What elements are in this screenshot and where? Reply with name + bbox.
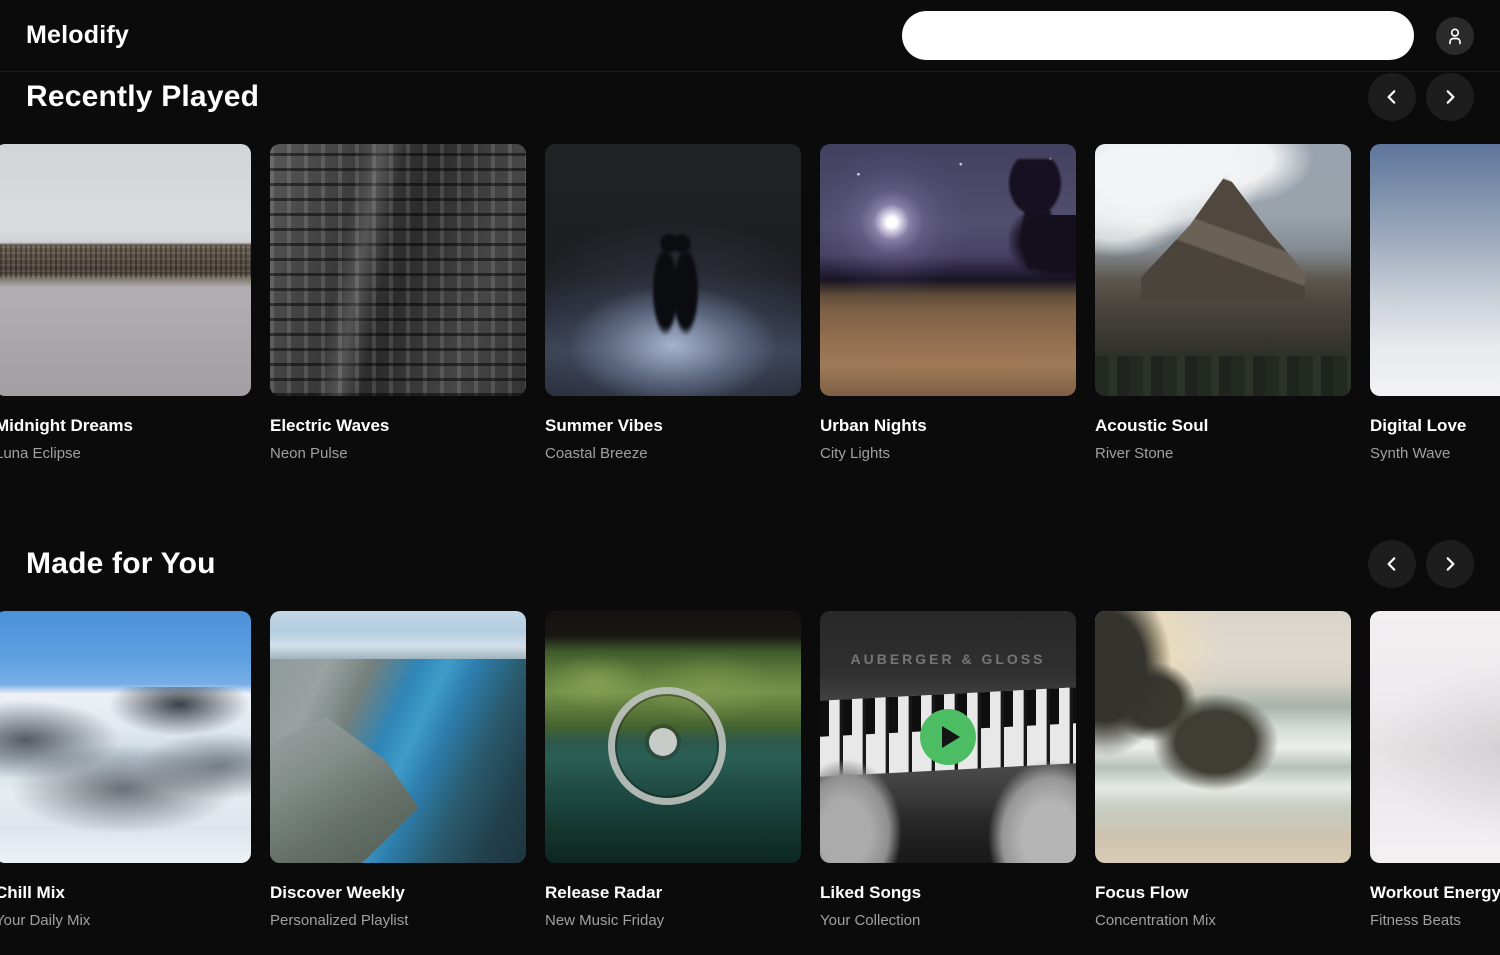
playlist-card[interactable]: Focus Flow Concentration Mix — [1095, 611, 1351, 929]
playlist-card[interactable]: Release Radar New Music Friday — [545, 611, 801, 929]
carousel-prev-button[interactable] — [1368, 73, 1416, 121]
playlist-card[interactable]: Chill Mix Your Daily Mix — [0, 611, 251, 929]
album-art — [820, 144, 1076, 396]
playlist-card[interactable]: Discover Weekly Personalized Playlist — [270, 611, 526, 929]
playlist-card[interactable]: Electric Waves Neon Pulse — [270, 144, 526, 462]
chevron-left-icon — [1383, 88, 1401, 106]
album-art — [1370, 144, 1500, 396]
card-title: Liked Songs — [820, 883, 1076, 903]
card-title: Chill Mix — [0, 883, 251, 903]
carousel-next-button[interactable] — [1426, 540, 1474, 588]
album-art — [270, 144, 526, 396]
carousel-track: Midnight Dreams Luna Eclipse Electric Wa… — [0, 144, 1500, 462]
card-title: Urban Nights — [820, 416, 1076, 436]
playlist-card[interactable]: Workout Energy Fitness Beats — [1370, 611, 1500, 929]
album-art — [1370, 611, 1500, 863]
playlist-card[interactable]: Midnight Dreams Luna Eclipse — [0, 144, 251, 462]
carousel[interactable]: Midnight Dreams Luna Eclipse Electric Wa… — [0, 144, 1500, 462]
card-subtitle: Fitness Beats — [1370, 912, 1500, 929]
chevron-right-icon — [1441, 88, 1459, 106]
section-recently-played: Recently Played Midnight Dreams Luna Ecl… — [0, 74, 1500, 462]
carousel-nav — [1368, 540, 1474, 588]
card-title: Digital Love — [1370, 416, 1500, 436]
playlist-card-liked-songs[interactable]: AUBERGER & GLOSS Liked Songs Your Collec… — [820, 611, 1076, 929]
topbar-right-group — [902, 11, 1474, 60]
album-art — [1095, 611, 1351, 863]
playlist-card[interactable]: Digital Love Synth Wave — [1370, 144, 1500, 462]
card-subtitle: New Music Friday — [545, 912, 801, 929]
search-input[interactable] — [902, 11, 1414, 60]
user-icon — [1445, 26, 1465, 46]
card-subtitle: Your Daily Mix — [0, 912, 251, 929]
card-subtitle: Concentration Mix — [1095, 912, 1351, 929]
album-art — [1095, 144, 1351, 396]
card-title: Summer Vibes — [545, 416, 801, 436]
carousel-nav — [1368, 73, 1474, 121]
card-title: Release Radar — [545, 883, 801, 903]
play-button[interactable] — [920, 709, 976, 765]
album-art: AUBERGER & GLOSS — [820, 611, 1076, 863]
album-art — [270, 611, 526, 863]
playlist-card[interactable]: Summer Vibes Coastal Breeze — [545, 144, 801, 462]
chevron-left-icon — [1383, 555, 1401, 573]
album-art — [545, 611, 801, 863]
carousel-track: Chill Mix Your Daily Mix Discover Weekly… — [0, 611, 1500, 929]
card-subtitle: River Stone — [1095, 445, 1351, 462]
card-subtitle: City Lights — [820, 445, 1076, 462]
album-art — [0, 144, 251, 396]
playlist-card[interactable]: Acoustic Soul River Stone — [1095, 144, 1351, 462]
user-menu-button[interactable] — [1436, 17, 1474, 55]
carousel-next-button[interactable] — [1426, 73, 1474, 121]
playlist-card[interactable]: Urban Nights City Lights — [820, 144, 1076, 462]
card-subtitle: Coastal Breeze — [545, 445, 801, 462]
card-title: Discover Weekly — [270, 883, 526, 903]
card-title: Electric Waves — [270, 416, 526, 436]
section-made-for-you: Made for You Chill Mix Your Daily Mix — [0, 541, 1500, 929]
card-title: Acoustic Soul — [1095, 416, 1351, 436]
carousel[interactable]: Chill Mix Your Daily Mix Discover Weekly… — [0, 611, 1500, 929]
section-title: Recently Played — [26, 80, 259, 114]
chevron-right-icon — [1441, 555, 1459, 573]
card-subtitle: Neon Pulse — [270, 445, 526, 462]
card-title: Focus Flow — [1095, 883, 1351, 903]
card-subtitle: Synth Wave — [1370, 445, 1500, 462]
play-overlay — [820, 611, 1076, 863]
card-title: Midnight Dreams — [0, 416, 251, 436]
album-art — [0, 611, 251, 863]
section-title: Made for You — [26, 547, 216, 581]
album-art — [545, 144, 801, 396]
app-logo: Melodify — [26, 21, 129, 50]
card-subtitle: Luna Eclipse — [0, 445, 251, 462]
play-icon — [942, 726, 960, 748]
card-subtitle: Personalized Playlist — [270, 912, 526, 929]
card-subtitle: Your Collection — [820, 912, 1076, 929]
top-bar: Melodify — [0, 0, 1500, 72]
carousel-prev-button[interactable] — [1368, 540, 1416, 588]
card-title: Workout Energy — [1370, 883, 1500, 903]
